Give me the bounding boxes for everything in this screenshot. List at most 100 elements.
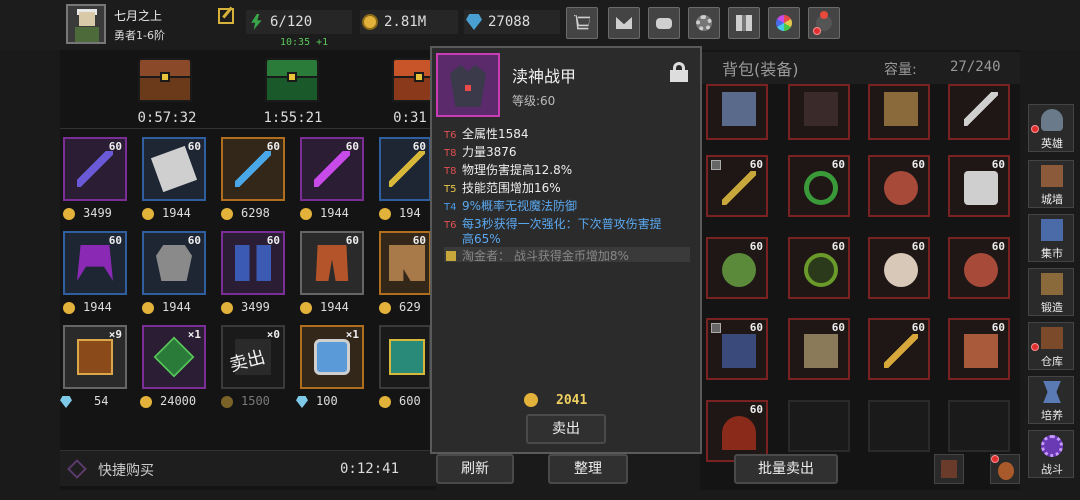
bag-slot[interactable]: 60 xyxy=(948,237,1010,299)
bag-slot[interactable]: 60 xyxy=(868,237,930,299)
stat-line: T8 力量3876 xyxy=(444,145,517,159)
shop-chest-1[interactable] xyxy=(138,58,192,102)
gold-coin-icon xyxy=(221,302,233,314)
armor-filter-button[interactable] xyxy=(934,454,964,484)
amulet-icon xyxy=(964,253,998,287)
stamina-bolt-icon xyxy=(251,14,262,30)
bag-slot-empty[interactable] xyxy=(788,400,850,452)
stat-line: T5 技能范围增加16% xyxy=(444,181,561,195)
nav-battle[interactable]: 战斗 xyxy=(1028,430,1074,478)
nav-warehouse[interactable]: 仓库 xyxy=(1028,322,1074,370)
book-icon xyxy=(446,251,456,261)
warehouse-icon xyxy=(1041,327,1063,349)
potion-button[interactable] xyxy=(990,454,1020,484)
shop-item-skill-book[interactable]: ×9 xyxy=(63,325,127,389)
gem-icon xyxy=(466,14,482,30)
cape-icon xyxy=(77,245,113,281)
nav-market[interactable]: 集市 xyxy=(1028,214,1074,262)
shop-item-wand[interactable]: 60 xyxy=(221,137,285,201)
minigame-button[interactable] xyxy=(648,7,680,39)
locked-amulet-icon xyxy=(884,253,918,287)
bag-slot[interactable]: 60 xyxy=(868,155,930,217)
sort-button[interactable]: 整理 xyxy=(548,454,628,484)
wall-icon xyxy=(1041,165,1063,187)
boots-icon xyxy=(389,245,425,281)
bag-slot[interactable] xyxy=(788,84,850,140)
bag-slot[interactable] xyxy=(948,84,1010,140)
notification-badge xyxy=(813,27,821,35)
boots-icon xyxy=(722,334,756,368)
bag-slot[interactable]: 60 xyxy=(948,318,1010,380)
bag-slot[interactable] xyxy=(706,84,768,140)
bulk-sell-button[interactable]: 批量卖出 xyxy=(734,454,838,484)
lock-icon[interactable] xyxy=(670,62,688,82)
settings-button[interactable] xyxy=(688,7,720,39)
sell-button[interactable]: 卖出 xyxy=(526,414,606,444)
shop-item-staff[interactable]: 60 xyxy=(63,137,127,201)
shop-item-pants[interactable]: 60 xyxy=(300,231,364,295)
bag-slot[interactable]: 60 xyxy=(788,155,850,217)
gauntlets-icon xyxy=(804,92,838,126)
player-avatar[interactable] xyxy=(66,4,106,44)
quick-buy-label[interactable]: 快捷购买 xyxy=(98,460,154,480)
stat-line: T8 物理伤害提高12.8% xyxy=(444,163,573,177)
gold-coin-icon xyxy=(221,396,233,408)
anvil-icon xyxy=(1041,273,1063,295)
item-name: 渎神战甲 xyxy=(512,67,577,86)
tag-icon xyxy=(711,323,721,333)
wand-icon xyxy=(235,151,271,187)
bag-slot[interactable]: 60 xyxy=(706,155,768,217)
nav-hero[interactable]: 英雄 xyxy=(1028,104,1074,152)
bag-slot[interactable]: 60 xyxy=(788,318,850,380)
shop-item-boots[interactable]: 60 xyxy=(379,231,431,295)
dagger-icon xyxy=(964,92,998,126)
nav-wall[interactable]: 城墙 xyxy=(1028,160,1074,208)
bag-slot[interactable]: 60 xyxy=(948,155,1010,217)
gold-coin-icon xyxy=(63,302,75,314)
bag-slot[interactable]: 60 xyxy=(706,237,768,299)
shop-chest-2[interactable] xyxy=(265,58,319,102)
bag-slot[interactable]: 60 xyxy=(706,318,768,380)
event-button[interactable] xyxy=(808,7,840,39)
shop-item-spear[interactable]: 60 xyxy=(379,137,431,201)
nav-forge[interactable]: 锻造 xyxy=(1028,268,1074,316)
bag-slot[interactable]: 60 xyxy=(868,318,930,380)
nav-training[interactable]: 培养 xyxy=(1028,376,1074,424)
armor-icon xyxy=(964,334,998,368)
refresh-button[interactable]: 刷新 xyxy=(436,454,514,484)
shop-button[interactable] xyxy=(566,7,598,39)
bag-slot[interactable] xyxy=(868,84,930,140)
spear-icon xyxy=(389,151,425,187)
mail-button[interactable] xyxy=(608,7,640,39)
staff-icon xyxy=(77,151,113,187)
rune-icon xyxy=(153,336,195,378)
notification-badge xyxy=(1031,343,1039,351)
shop-item-rune[interactable]: ×1 xyxy=(142,325,206,389)
bag-slot[interactable]: 60 xyxy=(788,237,850,299)
notification-badge xyxy=(1031,125,1039,133)
shop-item-chest[interactable] xyxy=(379,325,431,389)
shop-item-scepter[interactable]: 60 xyxy=(300,137,364,201)
chest-timer-1: 0:57:32 xyxy=(137,110,197,126)
gold-counter[interactable]: 2.81M xyxy=(360,10,458,34)
color-wheel-icon xyxy=(776,15,792,31)
edit-name-icon[interactable] xyxy=(218,8,234,24)
shop-item-armor[interactable]: 60 xyxy=(142,231,206,295)
gift-button[interactable] xyxy=(728,7,760,39)
shop-item-gauntlets[interactable]: 60 xyxy=(221,231,285,295)
bag-slot[interactable]: 60 xyxy=(706,400,768,462)
scepter-icon xyxy=(314,151,350,187)
mail-icon xyxy=(616,17,632,29)
hourglass-icon xyxy=(1043,381,1061,403)
shop-item-tome[interactable]: 60 xyxy=(142,137,206,201)
bow-icon xyxy=(884,92,918,126)
stamina-counter[interactable]: 6/120 xyxy=(246,10,352,34)
gem-counter[interactable]: 27088 xyxy=(464,10,560,34)
shop-item-mirror[interactable]: ×1 xyxy=(300,325,364,389)
mask-icon xyxy=(964,171,998,205)
battle-portal-icon xyxy=(1041,435,1063,457)
bag-slot-empty[interactable] xyxy=(868,400,930,452)
lucky-wheel-button[interactable] xyxy=(768,7,800,39)
bag-slot-empty[interactable] xyxy=(948,400,1010,452)
shop-item-cape[interactable]: 60 xyxy=(63,231,127,295)
